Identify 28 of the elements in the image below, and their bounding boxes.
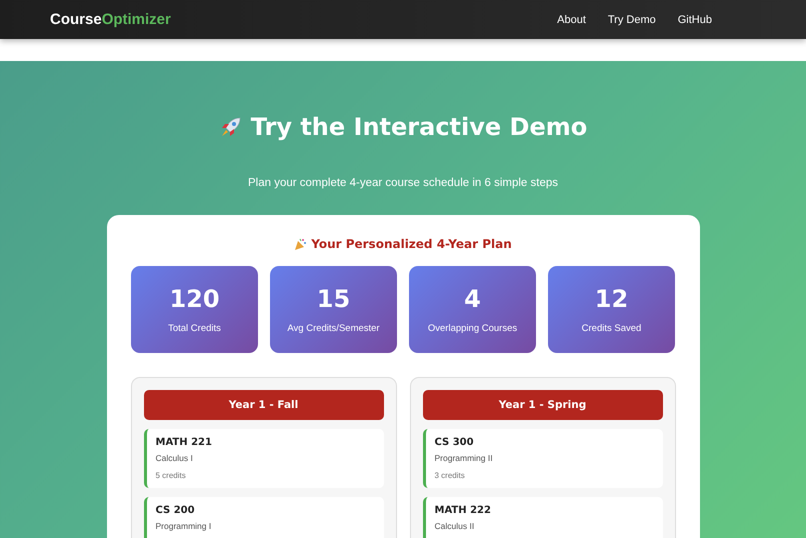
nav-link[interactable]: Try Demo [608, 14, 656, 26]
semester-header[interactable]: Year 1 - Fall [144, 390, 384, 420]
course-name: Calculus II [434, 521, 476, 531]
course-code: CS 300 [434, 437, 475, 448]
stat-value: 15 [316, 285, 350, 313]
stat-label: Credits Saved [582, 323, 642, 334]
course-code: MATH 222 [434, 505, 492, 516]
logo[interactable]: CourseOptimizer [50, 11, 171, 28]
semester-header[interactable]: Year 1 - Spring [422, 390, 662, 420]
nav-link[interactable]: About [557, 14, 586, 26]
stat-value: 120 [169, 285, 220, 313]
course-credits: 3 credits [434, 471, 466, 480]
course-name: Programming II [434, 453, 494, 463]
stat-label: Avg Credits/Semester [287, 323, 380, 334]
stat-value: 12 [594, 285, 628, 313]
course-credits: 5 credits [156, 471, 187, 480]
course-code: MATH 221 [156, 437, 213, 448]
plan-title: Your Personalized 4-Year Plan [311, 237, 512, 251]
hero-title: Try the Interactive Demo [250, 113, 588, 141]
stat-value: 4 [464, 285, 481, 313]
stat-label: Total Credits [168, 323, 221, 334]
course-code: CS 200 [156, 505, 196, 516]
hero-subtitle: Plan your complete 4-year course schedule in 6 simple steps [248, 177, 558, 189]
course-name: Programming I [156, 521, 212, 531]
party-popper-icon [294, 238, 308, 250]
course-name: Calculus I [156, 453, 194, 463]
stat-label: Overlapping Courses [428, 323, 518, 334]
nav-link[interactable]: GitHub [678, 14, 712, 26]
